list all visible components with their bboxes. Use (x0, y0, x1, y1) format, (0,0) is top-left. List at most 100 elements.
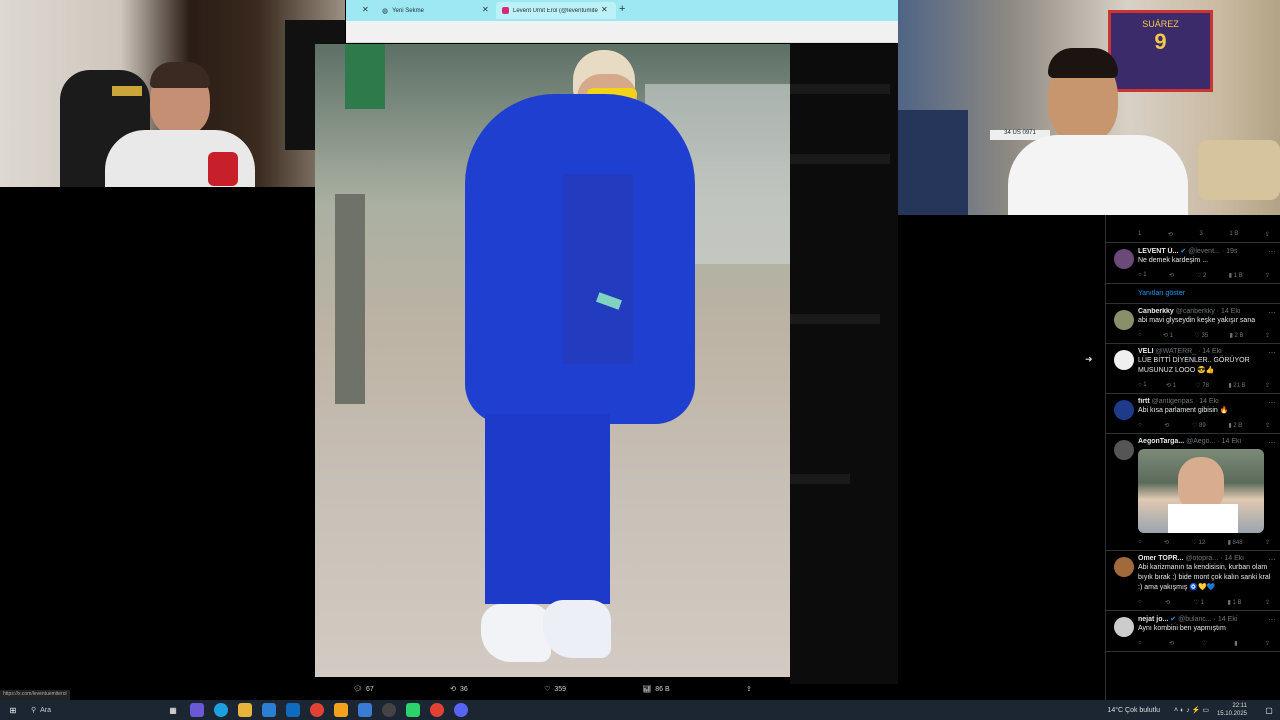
reply-header: LEVENT Ü... ✔ @levent... · 19s (1138, 248, 1238, 255)
webcam-left (0, 0, 345, 187)
sign (345, 44, 385, 109)
like-icon: ♡ 1 (1193, 600, 1205, 606)
pole (335, 194, 365, 404)
retweet-icon: ⟲ (1165, 600, 1171, 606)
reply-item[interactable]: ··· Canberkky @canberkky · 14 Eki abi mavi… (1106, 304, 1280, 344)
like-icon: ♡ (544, 686, 551, 693)
tray-icons[interactable]: ˄ ◐ ♪ ⚡ ▭ (1174, 706, 1209, 714)
microphone (208, 152, 238, 186)
retweet-icon: ⟲ (1168, 273, 1174, 279)
more-icon[interactable]: ··· (1268, 308, 1276, 317)
chrome-icon[interactable] (430, 703, 444, 717)
reply-button[interactable]: 💬︎ 67 (353, 685, 374, 694)
reply-stats: ○ 1 ⟲ ♡ 2 ▮ 1 B ⇪ (1138, 272, 1274, 279)
windows-start-icon[interactable]: ⊞ (6, 703, 20, 717)
show-replies-link[interactable]: Yanıtları göster (1106, 284, 1280, 304)
reply-item[interactable]: 1 ⟲ 3 1 B ⇪ (1106, 215, 1280, 243)
avatar[interactable] (1114, 617, 1134, 637)
weather-widget[interactable]: 14°C Çok bulutlu (1107, 707, 1160, 714)
share-button[interactable]: ⇪ (746, 685, 752, 693)
tab-new-tab[interactable]: ◍ Yeni Sekme (376, 2, 496, 19)
search-box[interactable]: ⚲ Ara (31, 703, 161, 717)
app-icon[interactable] (190, 703, 204, 717)
framed-jersey: SUÁREZ 9 (1108, 10, 1213, 92)
reply-header: Canberkky @canberkky · 14 Eki (1138, 308, 1241, 315)
reply-stats: 1 ⟲ 3 1 B ⇪ (1138, 231, 1270, 238)
shirt (1008, 135, 1188, 215)
like-icon: ♡ 2 (1196, 273, 1207, 279)
reply-icon: 💬︎ (353, 686, 363, 693)
instagram-icon (502, 7, 509, 14)
taskbar: ⊞ ⚲ Ara ▦ 14°C Çok bulutlu ˄ ◐ ♪ ⚡ ▭ 22:… (0, 700, 1280, 720)
flag (898, 110, 968, 215)
close-icon[interactable]: ✕ (601, 5, 608, 14)
avatar[interactable] (1114, 310, 1134, 330)
chair-logo (112, 86, 142, 96)
retweet-icon: ⟲ 1 (1163, 333, 1174, 339)
avatar[interactable] (1114, 400, 1134, 420)
views-icon: ▮ 848 (1227, 540, 1243, 546)
avatar[interactable] (1114, 557, 1134, 577)
more-icon[interactable]: ··· (1268, 348, 1276, 357)
reply-text: Abi kısa parlament gibisin 🔥 (1138, 407, 1229, 414)
reply-item[interactable]: ··· LEVENT Ü... ✔ @levent... · 19s Ne deme… (1106, 243, 1280, 284)
notification-icon[interactable]: ▢ (1262, 703, 1276, 717)
share-icon: ⇪ (1264, 423, 1270, 429)
avatar[interactable] (1114, 249, 1134, 269)
reply-item[interactable]: ··· AegonTarga... @Aego... · 14 Eki ○ ⟲ ♡ … (1106, 434, 1280, 551)
discord-icon[interactable] (454, 703, 468, 717)
reply-item[interactable]: ··· VELİ @WATERR_ · 14 Eki LÜE BİTTİ DİYEN… (1106, 344, 1280, 394)
more-icon[interactable]: ··· (1268, 247, 1276, 256)
more-icon[interactable]: ··· (1268, 438, 1276, 447)
retweet-button[interactable]: ⟲ 36 (450, 685, 468, 694)
tab-label: Yeni Sekme (392, 7, 424, 14)
status-link: https://x.com/leventuemiterol (0, 690, 70, 700)
obs-icon[interactable] (382, 703, 396, 717)
close-icon[interactable]: ✕ (482, 5, 489, 14)
app-icon[interactable] (358, 703, 372, 717)
file-explorer-icon[interactable] (238, 703, 252, 717)
more-icon[interactable]: ··· (1268, 555, 1276, 564)
arrow-right-icon[interactable]: ➜ (1085, 354, 1093, 365)
reply-text: LÜE BİTTİ DİYENLER.. GÖRÜYOR MUSUNUZ LOO… (1138, 357, 1250, 374)
globe-icon: ◍ (382, 7, 389, 15)
like-icon: ♡ 78 (1195, 383, 1210, 389)
reply-item[interactable]: ··· Ömer TOPR... @otopra... · 14 Eki Abi k… (1106, 551, 1280, 611)
plus-icon[interactable]: + (619, 3, 625, 15)
app-icon[interactable] (334, 703, 348, 717)
reply-item[interactable]: ··· firtt @antigeripas · 14 Eki Abi kısa p… (1106, 394, 1280, 434)
views-icon: ▮ (1234, 641, 1238, 647)
edge-icon[interactable] (214, 703, 228, 717)
hair (150, 62, 210, 88)
task-view-icon[interactable]: ▦ (166, 703, 180, 717)
more-icon[interactable]: ··· (1268, 615, 1276, 624)
reply-stats: ○ 1 ⟲ 1 ♡ 78 ▮ 21 B ⇪ (1138, 382, 1274, 389)
more-icon[interactable]: ··· (1268, 398, 1276, 407)
tab-instagram[interactable]: Levent Ümit Erol (@leventumite (496, 2, 616, 19)
views-icon: ▮ 21 B (1228, 383, 1246, 389)
views-button[interactable]: 📊︎ 86 B (642, 685, 669, 694)
reply-icon: ○ 1 (1138, 382, 1147, 388)
avatar[interactable] (1114, 440, 1134, 460)
retweet-icon: ⟲ (1164, 540, 1170, 546)
tweet-sidebar-dimmed (790, 44, 898, 684)
like-button[interactable]: ♡ 359 (544, 685, 566, 694)
close-icon[interactable]: ✕ (362, 5, 369, 14)
address-bar[interactable] (346, 21, 898, 43)
tweet-image[interactable] (315, 44, 790, 677)
avatar[interactable] (1114, 350, 1134, 370)
outlook-icon[interactable] (286, 703, 300, 717)
reply-icon: ○ (1138, 640, 1142, 646)
store-icon[interactable] (262, 703, 276, 717)
search-icon: ⚲ (31, 707, 37, 714)
chrome-icon[interactable] (310, 703, 324, 717)
app-icon[interactable] (406, 703, 420, 717)
retweet-icon: ⟲ (1169, 641, 1175, 647)
reply-icon: ○ (1138, 599, 1142, 605)
clock[interactable]: 22:11 15.10.2025 (1217, 702, 1247, 718)
reply-item[interactable]: ··· nejat jo... ✔ @bulanc... · 14 Eki Aynı… (1106, 611, 1280, 652)
reply-text: Abi karizmanın ta kendisisin, kurban ola… (1138, 564, 1271, 591)
webcam-right: SUÁREZ 9 34 US 0971 (898, 0, 1280, 215)
reply-image[interactable] (1138, 449, 1264, 533)
reply-header: firtt @antigeripas · 14 Eki (1138, 398, 1219, 405)
